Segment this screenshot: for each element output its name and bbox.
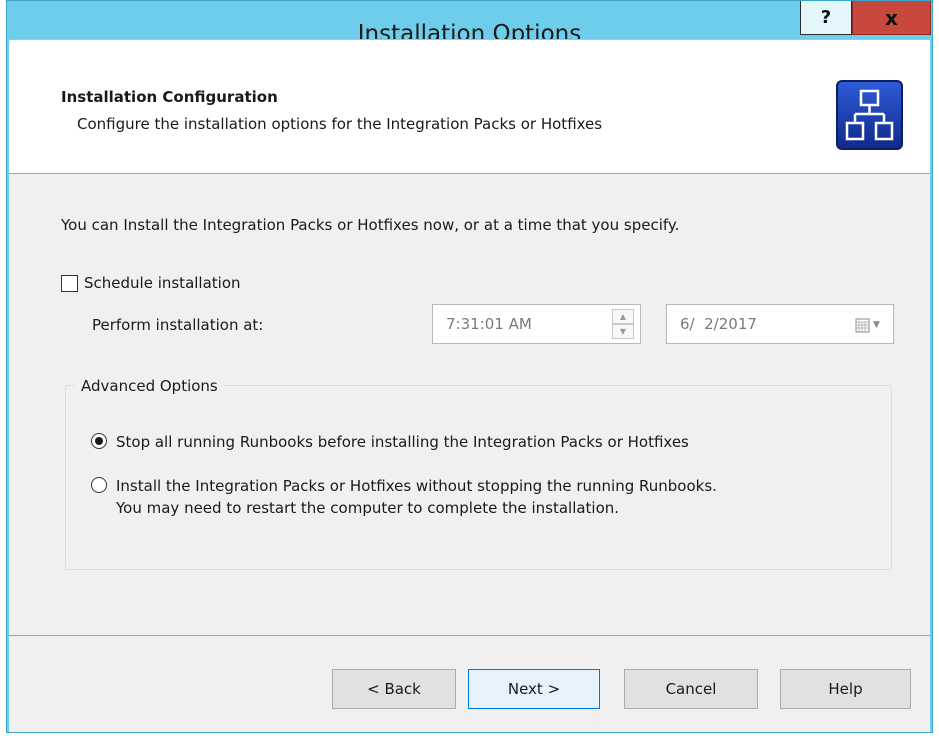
back-button[interactable]: < Back <box>332 669 456 709</box>
perform-installation-label: Perform installation at: <box>92 316 264 334</box>
wizard-header: Installation Configuration Configure the… <box>9 40 930 174</box>
time-spinner[interactable]: ▲ ▼ <box>612 309 634 339</box>
title-help-button[interactable]: ? <box>800 1 852 35</box>
footer-divider <box>9 635 930 636</box>
time-picker[interactable]: 7:31:01 AM ▲ ▼ <box>432 304 641 344</box>
schedule-installation-label[interactable]: Schedule installation <box>84 274 241 292</box>
option-stop-runbooks[interactable]: Stop all running Runbooks before install… <box>91 431 689 453</box>
spin-up-icon[interactable]: ▲ <box>612 309 634 324</box>
install-without-stopping-line2: You may need to restart the computer to … <box>116 499 620 517</box>
install-without-stopping-label[interactable]: Install the Integration Packs or Hotfixe… <box>116 475 717 519</box>
next-button[interactable]: Next > <box>468 669 600 709</box>
date-value[interactable]: 6/ 2/2017 <box>680 315 757 333</box>
advanced-options-legend: Advanced Options <box>75 377 224 395</box>
stop-runbooks-radio[interactable] <box>91 433 107 449</box>
option-install-without-stopping[interactable]: Install the Integration Packs or Hotfixe… <box>91 475 717 519</box>
date-picker[interactable]: 6/ 2/2017 ▼ <box>666 304 894 344</box>
help-button[interactable]: Help <box>780 669 911 709</box>
spin-down-icon[interactable]: ▼ <box>612 324 634 339</box>
cancel-button[interactable]: Cancel <box>624 669 758 709</box>
calendar-icon <box>855 318 870 332</box>
dialog-client-area: Installation Configuration Configure the… <box>9 39 930 732</box>
stop-runbooks-label[interactable]: Stop all running Runbooks before install… <box>116 431 689 453</box>
install-without-stopping-line1: Install the Integration Packs or Hotfixe… <box>116 477 717 495</box>
header-title: Installation Configuration <box>61 88 278 106</box>
schedule-installation-checkbox[interactable] <box>61 274 78 292</box>
time-value[interactable]: 7:31:01 AM <box>446 315 532 333</box>
network-diagram-icon <box>836 80 903 150</box>
intro-text: You can Install the Integration Packs or… <box>61 216 680 234</box>
header-subtitle: Configure the installation options for t… <box>77 115 603 133</box>
install-without-stopping-radio[interactable] <box>91 477 107 493</box>
calendar-dropdown-icon[interactable]: ▼ <box>855 316 885 334</box>
chevron-down-icon: ▼ <box>873 320 880 330</box>
schedule-installation-row[interactable]: Schedule installation <box>61 274 241 292</box>
installation-options-dialog: Installation Options ? x Installation Co… <box>6 0 933 733</box>
close-button[interactable]: x <box>852 1 931 35</box>
